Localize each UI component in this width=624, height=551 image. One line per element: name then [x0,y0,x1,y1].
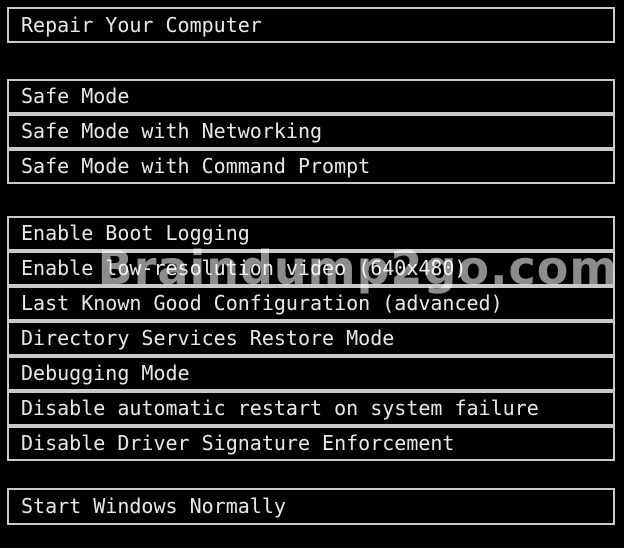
menu-item-enable-low-resolution-video[interactable]: Enable low-resolution video (640x480) [7,251,615,286]
menu-item-disable-automatic-restart[interactable]: Disable automatic restart on system fail… [7,391,615,426]
menu-item-start-windows-normally[interactable]: Start Windows Normally [7,488,615,525]
advanced-boot-options-screen: Repair Your Computer Safe Mode Safe Mode… [0,0,624,548]
menu-item-safe-mode[interactable]: Safe Mode [7,79,615,114]
menu-item-safe-mode-with-command-prompt[interactable]: Safe Mode with Command Prompt [7,149,615,184]
menu-item-directory-services-restore-mode[interactable]: Directory Services Restore Mode [7,321,615,356]
menu-item-last-known-good-configuration[interactable]: Last Known Good Configuration (advanced) [7,286,615,321]
menu-item-debugging-mode[interactable]: Debugging Mode [7,356,615,391]
menu-item-disable-driver-signature-enforcement[interactable]: Disable Driver Signature Enforcement [7,426,615,461]
menu-item-repair-your-computer[interactable]: Repair Your Computer [7,7,615,43]
menu-item-safe-mode-with-networking[interactable]: Safe Mode with Networking [7,114,615,149]
menu-item-enable-boot-logging[interactable]: Enable Boot Logging [7,216,615,251]
